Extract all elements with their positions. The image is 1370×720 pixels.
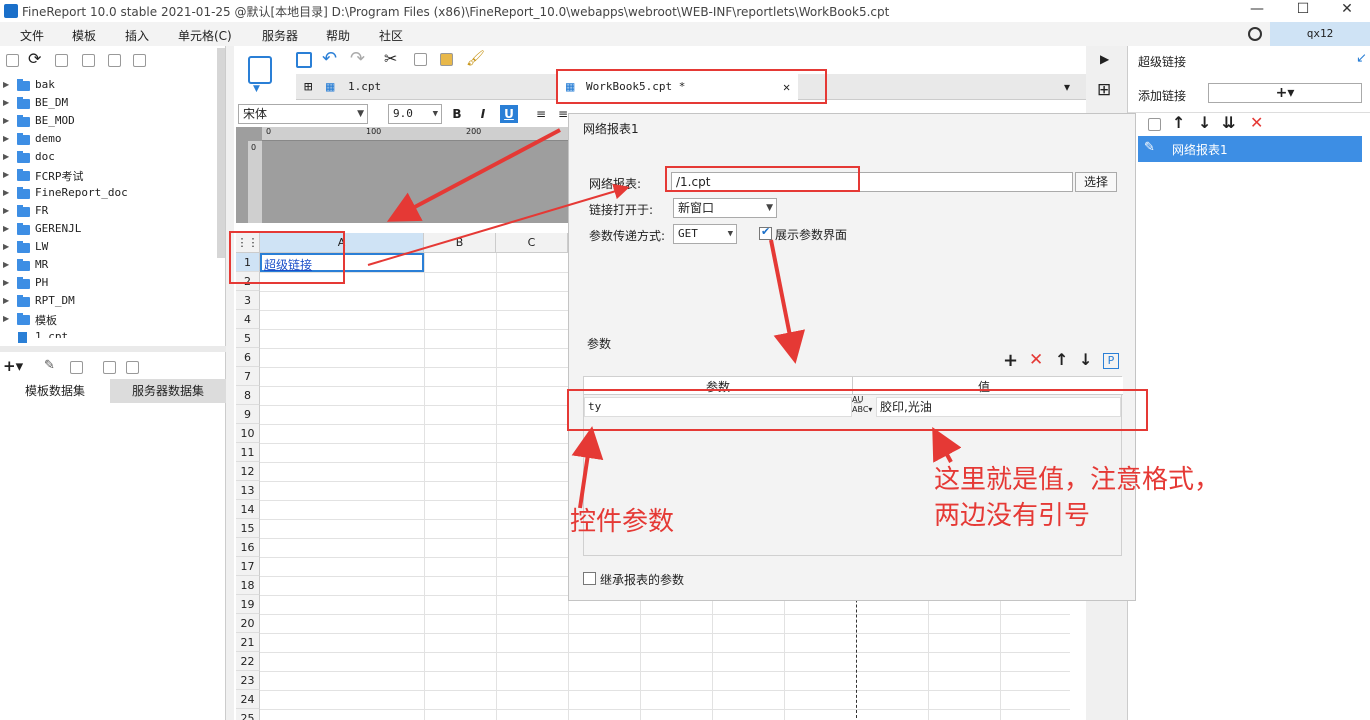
arrow bbox=[769, 239, 806, 364]
annotation-control-param: 控件参数 bbox=[570, 507, 675, 537]
annotation-arrows bbox=[367, 128, 962, 509]
arrow bbox=[386, 128, 561, 222]
annotation-value-note-2: 两边没有引号 bbox=[934, 501, 1091, 531]
annotation-value-note-1: 这里就是值，注意格式， bbox=[934, 465, 1221, 495]
arrow bbox=[367, 183, 630, 266]
arrow bbox=[571, 426, 604, 509]
arrow bbox=[932, 426, 962, 463]
